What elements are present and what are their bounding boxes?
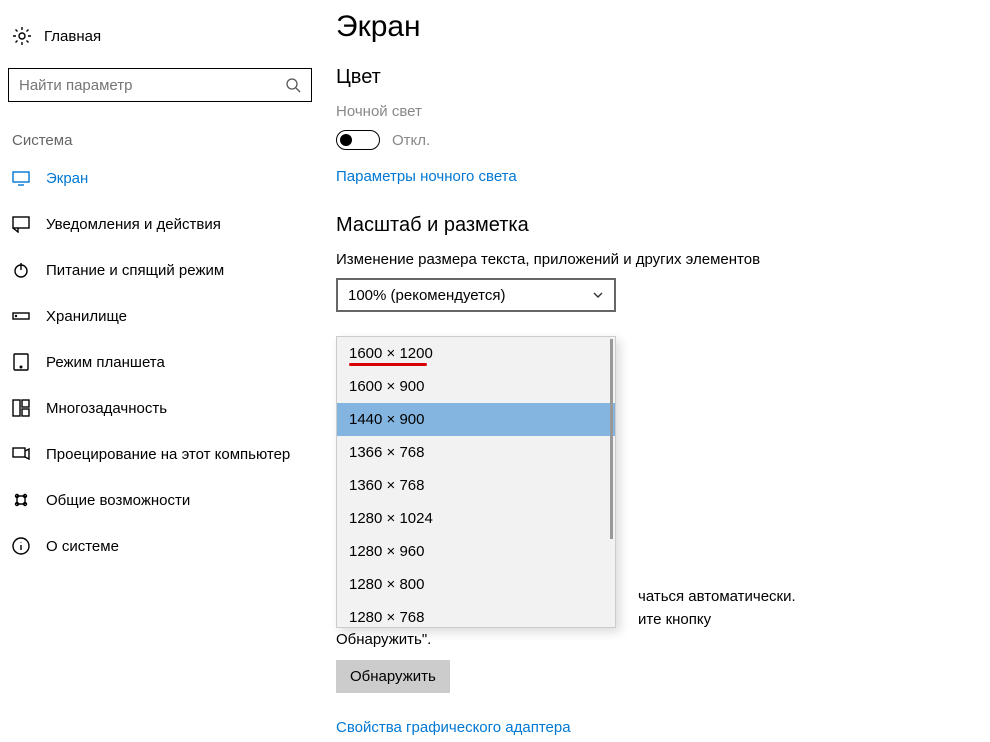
resolution-option[interactable]: 1440 × 900 [337, 403, 615, 436]
nav-label: Хранилище [46, 308, 127, 325]
sidebar-item-shared[interactable]: Общие возможности [8, 477, 312, 523]
info-icon [12, 537, 30, 555]
nav-label: Многозадачность [46, 400, 167, 417]
toggle-state-label: Откл. [392, 132, 430, 149]
sidebar-item-multitask[interactable]: Многозадачность [8, 385, 312, 431]
night-light-toggle[interactable] [336, 130, 380, 150]
multitask-icon [12, 399, 30, 417]
search-input-container[interactable] [8, 68, 312, 102]
display-icon [12, 169, 30, 187]
partial-text: чаться автоматически. [336, 586, 796, 609]
page-title: Экран [336, 10, 990, 44]
nav-label: Питание и спящий режим [46, 262, 224, 279]
search-icon [285, 77, 301, 93]
partial-text: ите кнопку [336, 609, 796, 632]
listbox-scrollbar[interactable] [610, 339, 613, 539]
home-link[interactable]: Главная [8, 16, 312, 56]
night-light-settings-link[interactable]: Параметры ночного света [336, 168, 517, 185]
detect-button[interactable]: Обнаружить [336, 660, 450, 693]
nav-label: Режим планшета [46, 354, 165, 371]
partial-text: Обнаружить". [336, 631, 796, 648]
adapter-properties-link[interactable]: Свойства графического адаптера [336, 719, 571, 736]
resolution-option[interactable]: 1600 × 900 [337, 370, 615, 403]
sidebar-item-project[interactable]: Проецирование на этот компьютер [8, 431, 312, 477]
nav-list: Экран Уведомления и действия Питание и с… [8, 155, 312, 569]
color-heading: Цвет [336, 66, 990, 89]
night-light-label: Ночной свет [336, 103, 990, 120]
sidebar-item-display[interactable]: Экран [8, 155, 312, 201]
chevron-down-icon [592, 289, 604, 301]
scale-select[interactable]: 100% (рекомендуется) [336, 278, 616, 312]
main-content: Экран Цвет Ночной свет Откл. Параметры н… [320, 0, 990, 742]
resolution-option[interactable]: 1366 × 768 [337, 436, 615, 469]
resolution-option[interactable]: 1600 × 1200 [337, 337, 615, 370]
shared-icon [12, 491, 30, 509]
scale-field-label: Изменение размера текста, приложений и д… [336, 251, 990, 268]
scale-select-value: 100% (рекомендуется) [348, 287, 505, 304]
nav-label: Экран [46, 170, 88, 187]
nav-label: Общие возможности [46, 492, 190, 509]
gear-icon [12, 26, 32, 46]
home-label: Главная [44, 28, 101, 45]
annotation-underline [349, 363, 427, 366]
scale-heading: Масштаб и разметка [336, 214, 990, 237]
resolution-option[interactable]: 1280 × 960 [337, 535, 615, 568]
nav-label: Проецирование на этот компьютер [46, 446, 290, 463]
storage-icon [12, 307, 30, 325]
section-label: Система [8, 132, 312, 149]
notification-icon [12, 215, 30, 233]
sidebar-item-power[interactable]: Питание и спящий режим [8, 247, 312, 293]
tablet-icon [12, 353, 30, 371]
resolution-option[interactable]: 1280 × 1024 [337, 502, 615, 535]
resolution-listbox: 1600 × 1200 1600 × 900 1440 × 900 1366 ×… [336, 336, 616, 628]
resolution-option[interactable]: 1360 × 768 [337, 469, 615, 502]
project-icon [12, 445, 30, 463]
sidebar-item-storage[interactable]: Хранилище [8, 293, 312, 339]
nav-label: Уведомления и действия [46, 216, 221, 233]
sidebar-item-info[interactable]: О системе [8, 523, 312, 569]
sidebar-item-notifications[interactable]: Уведомления и действия [8, 201, 312, 247]
search-input[interactable] [19, 77, 285, 94]
sidebar-item-tablet[interactable]: Режим планшета [8, 339, 312, 385]
sidebar: Главная Система Экран Уведомления и дейс… [0, 0, 320, 742]
power-icon [12, 261, 30, 279]
nav-label: О системе [46, 538, 119, 555]
